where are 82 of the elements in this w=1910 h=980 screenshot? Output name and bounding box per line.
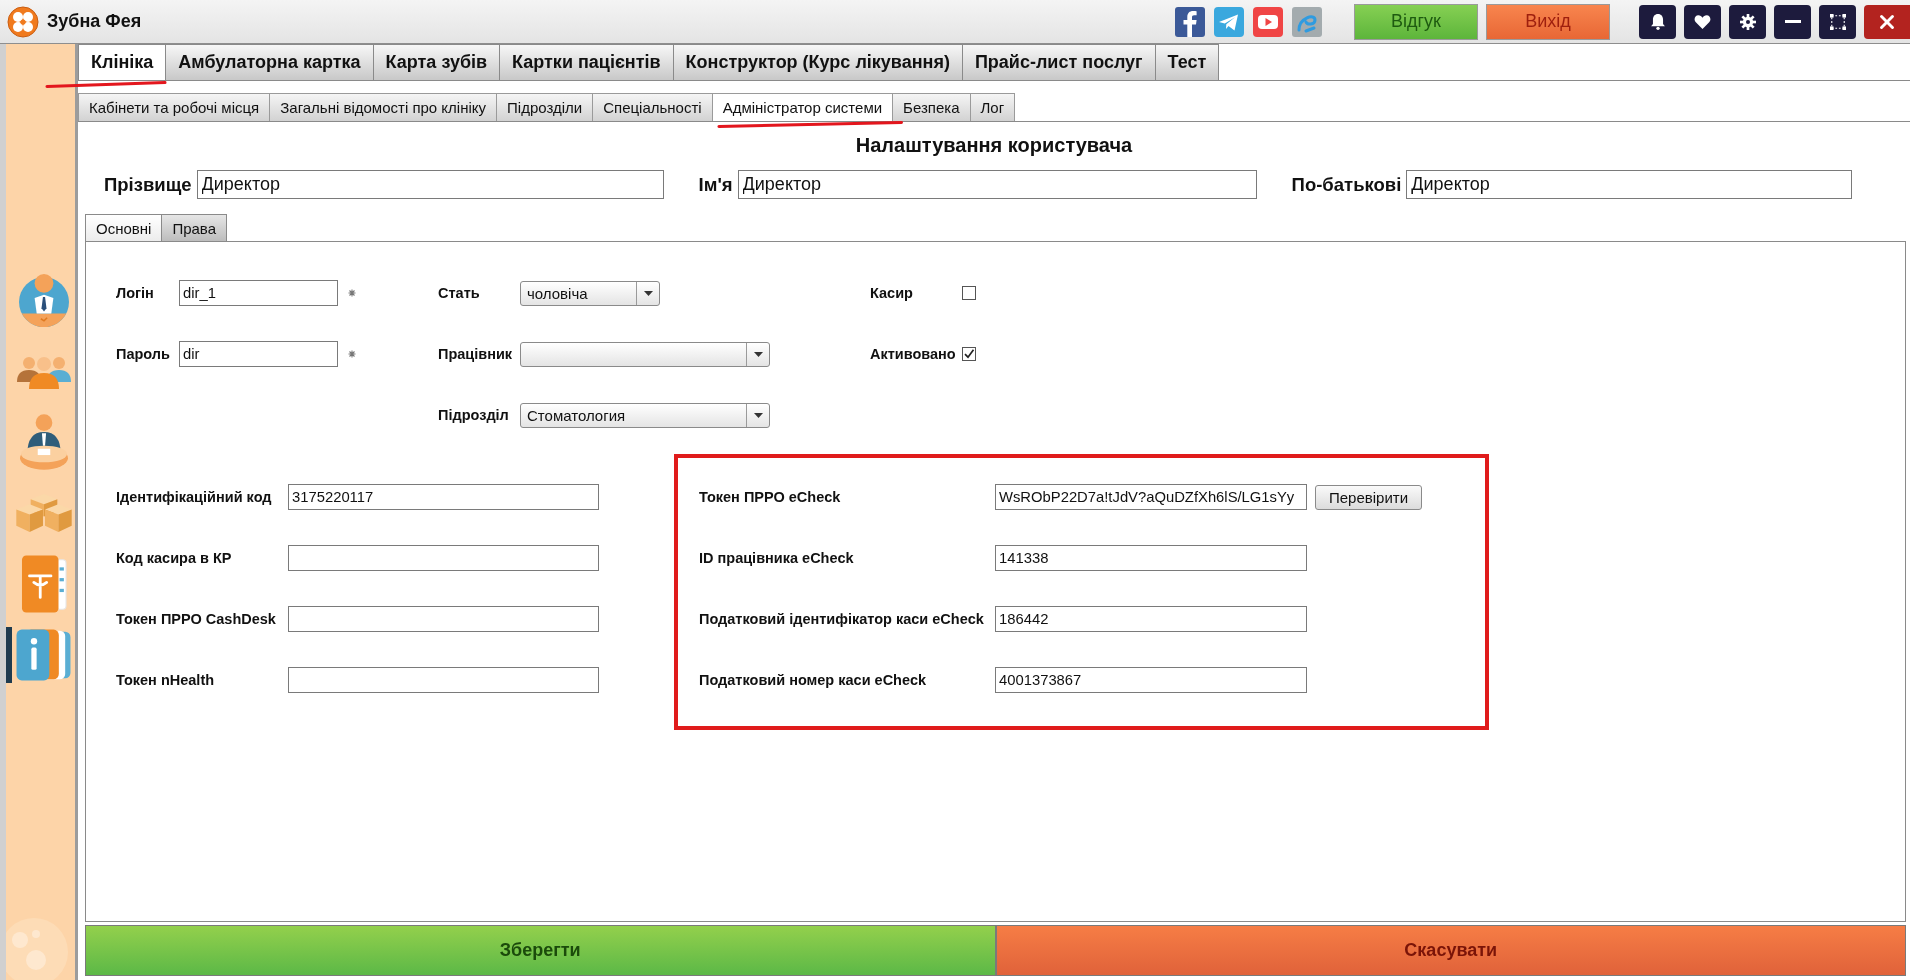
field-label: Прізвище	[104, 173, 192, 196]
swirl-logo-icon[interactable]	[1292, 6, 1322, 37]
facebook-icon[interactable]	[1175, 6, 1205, 37]
tab[interactable]: Прайс-лист послуг	[962, 44, 1156, 80]
save-button[interactable]: Зберегти	[85, 925, 996, 976]
settings-icon	[1739, 13, 1756, 30]
field-label: Податковий ідентифікатор каси eCheck	[699, 611, 985, 627]
caret-down-icon	[753, 412, 763, 418]
field-label: Токен nHealth	[116, 672, 216, 688]
tab[interactable]: Адміністратор системи	[712, 93, 894, 121]
tab[interactable]: Лог	[970, 93, 1016, 121]
feedback-button[interactable]: Відгук	[1354, 3, 1478, 40]
maximize-button[interactable]	[1819, 4, 1856, 39]
tab[interactable]: Безпека	[893, 93, 971, 121]
field-label: По-батькові	[1291, 173, 1402, 196]
window-title: Зубна Фея	[47, 11, 142, 32]
tab[interactable]: Конструктор (Курс лікування)	[673, 44, 963, 80]
field-label: Ім'я	[698, 173, 733, 196]
text-field[interactable]: dir_1	[179, 280, 338, 306]
info-cards-icon[interactable]	[16, 628, 71, 681]
tab[interactable]: Амбулаторна картка	[166, 44, 374, 80]
tab[interactable]: Кабінети та робочі місця	[78, 93, 271, 121]
field-label: Податковий номер каси eCheck	[699, 672, 928, 688]
tab[interactable]: Клініка	[78, 44, 167, 80]
tab[interactable]: Тест	[1155, 44, 1220, 80]
field-label: Токен ПРРО eCheck	[699, 489, 842, 505]
medical-book-icon[interactable]	[20, 554, 67, 613]
bell-icon	[1650, 13, 1665, 30]
tab[interactable]: Карта зубів	[373, 44, 501, 80]
field-label: ID працівника eCheck	[699, 550, 855, 566]
person-desk-icon[interactable]	[19, 413, 68, 470]
tab[interactable]: Спеціальності	[593, 93, 713, 121]
checkbox[interactable]	[962, 347, 976, 361]
verify-button[interactable]: Перевірити	[1315, 484, 1422, 510]
field-label: Логін	[116, 285, 155, 301]
field-label: Працівник	[438, 346, 514, 362]
section-title: Налаштування користувача	[855, 134, 1133, 156]
person-tie-icon[interactable]	[18, 271, 69, 328]
telegram-icon[interactable]	[1214, 6, 1244, 37]
text-field[interactable]: dir	[179, 341, 338, 367]
minimize-icon	[1784, 20, 1801, 23]
field-label: Активовано	[870, 346, 957, 362]
field-label: Код касира в КР	[116, 550, 233, 566]
tab[interactable]: Картки пацієнтів	[500, 44, 674, 80]
field-label: Токен ПРРО CashDesk	[116, 611, 277, 627]
tab[interactable]: Основні	[85, 214, 163, 241]
text-field[interactable]	[288, 545, 599, 571]
text-field[interactable]: Директор	[737, 170, 1257, 199]
close-icon	[1880, 14, 1894, 29]
youtube-icon[interactable]	[1253, 6, 1283, 37]
field-label: Касир	[870, 285, 914, 301]
minimize-button[interactable]	[1774, 4, 1811, 39]
field-label: Стать	[438, 285, 481, 301]
text-field[interactable]: 4001373867	[995, 667, 1307, 693]
text-field[interactable]: 141338	[995, 545, 1307, 571]
text-field[interactable]: Директор	[196, 170, 664, 199]
caret-down-icon	[643, 290, 653, 296]
dropdown[interactable]: чоловіча	[520, 280, 660, 306]
caret-down-icon	[753, 351, 763, 357]
heart-icon	[1694, 14, 1711, 29]
text-field[interactable]: 186442	[995, 606, 1307, 632]
settings-button[interactable]	[1729, 4, 1766, 39]
close-button[interactable]	[1864, 4, 1910, 39]
text-field[interactable]	[288, 606, 599, 632]
field-label: Підрозділ	[438, 407, 510, 423]
field-label: Ідентифікаційний код	[116, 489, 273, 505]
maximize-icon	[1829, 13, 1846, 30]
tab[interactable]: Підрозділи	[497, 93, 594, 121]
tab[interactable]: Права	[162, 214, 227, 241]
checkbox[interactable]	[962, 286, 976, 300]
bell-button[interactable]	[1639, 4, 1676, 39]
text-field[interactable]: 3175220117	[288, 484, 599, 510]
field-label: Пароль	[116, 346, 171, 362]
text-field[interactable]	[288, 667, 599, 693]
cancel-button[interactable]: Скасувати	[995, 925, 1906, 976]
dropdown[interactable]	[520, 341, 770, 367]
text-field[interactable]: WsRObP22D7a!tJdV?aQuDZfXh6lS/LG1sYy	[995, 484, 1307, 510]
text-field[interactable]: Директор	[1406, 170, 1853, 199]
flower-logo-icon	[7, 5, 39, 38]
dropdown[interactable]: Стоматология	[520, 402, 770, 428]
tab[interactable]: Загальні відомості про клініку	[270, 93, 498, 121]
heart-button[interactable]	[1684, 4, 1721, 39]
